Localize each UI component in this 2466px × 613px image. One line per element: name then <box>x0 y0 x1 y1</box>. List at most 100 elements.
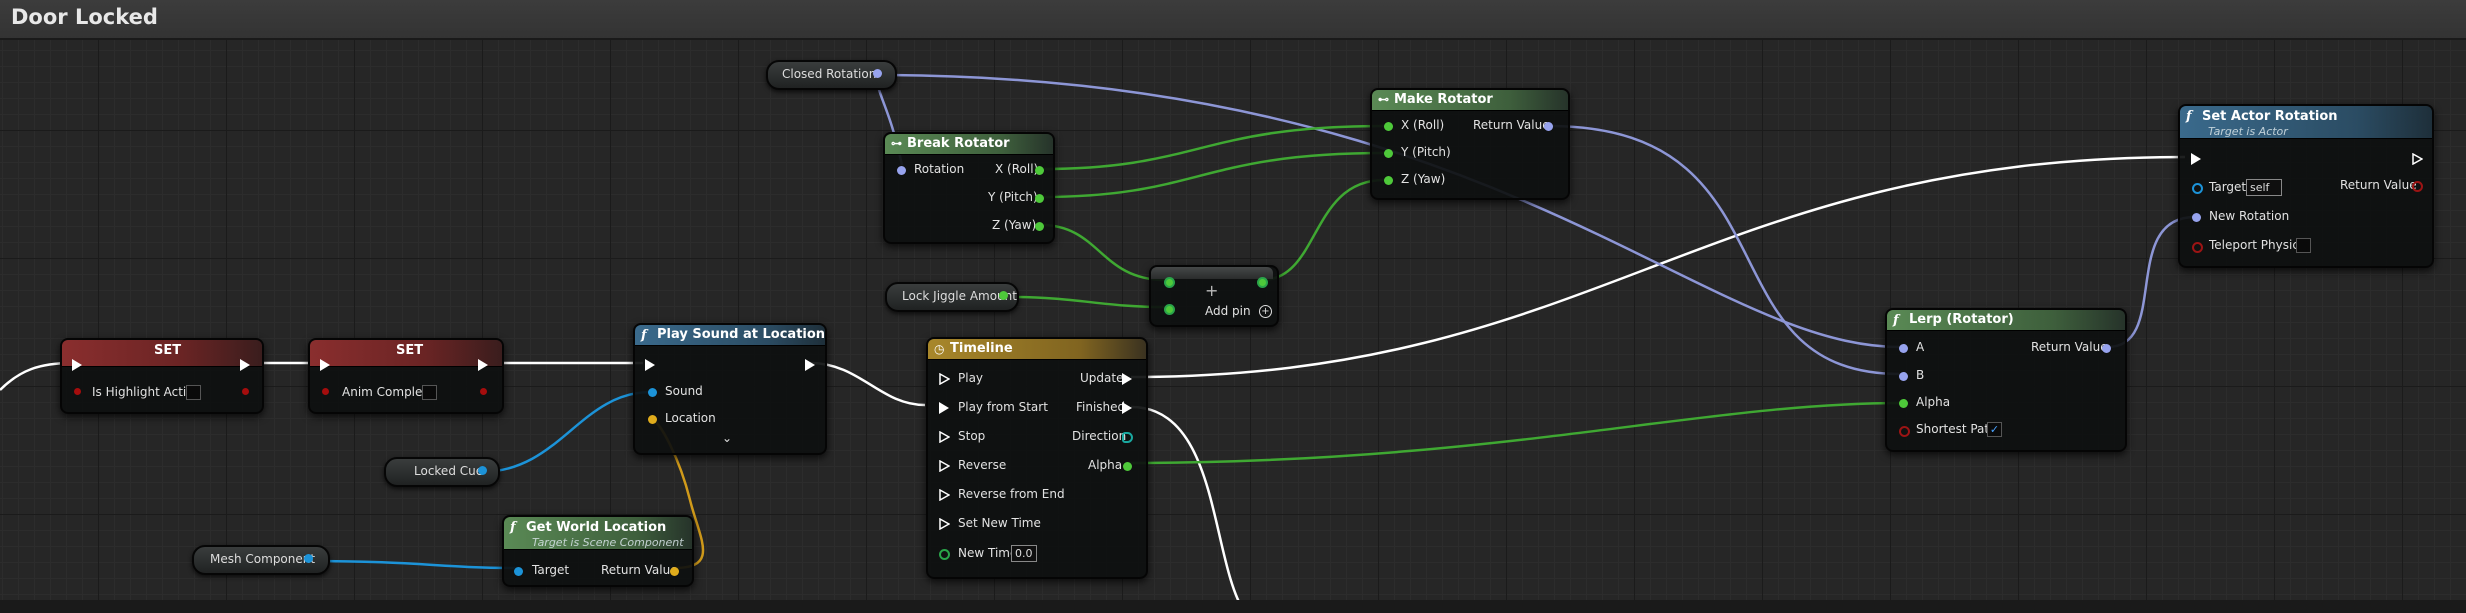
set-new-time-input-pin[interactable] <box>939 518 950 530</box>
reverse-input-pin[interactable] <box>939 460 950 472</box>
rotator-output-pin[interactable] <box>873 69 882 78</box>
break-rotator-node[interactable]: ⊶ Break Rotator Rotation X (Roll) Y (Pit… <box>883 132 1055 244</box>
set-actor-rotation-node[interactable]: f Set Actor Rotation Target is Actor Tar… <box>2178 104 2434 268</box>
float-wire <box>1040 151 1385 199</box>
float-add-node[interactable]: + Add pin + <box>1149 265 1279 327</box>
a-label: A <box>1916 340 1925 354</box>
float-output-pin[interactable] <box>1257 277 1268 288</box>
a-input-pin[interactable] <box>1164 277 1175 288</box>
alpha-input-pin[interactable] <box>1899 399 1908 408</box>
z-yaw-input-pin[interactable] <box>1384 176 1393 185</box>
new-time-input-pin[interactable] <box>939 549 950 560</box>
exec-output-pin[interactable] <box>805 359 815 371</box>
sound-input-pin[interactable] <box>648 388 657 397</box>
lerp-rotator-node[interactable]: f Lerp (Rotator) A Return Value B Alpha … <box>1885 308 2127 452</box>
a-input-pin[interactable] <box>1899 344 1908 353</box>
bool-input-pin[interactable] <box>74 388 81 395</box>
target-field[interactable]: self <box>2246 179 2282 196</box>
node-title: Set Actor Rotation <box>2202 109 2338 124</box>
teleport-physics-checkbox[interactable] <box>2296 238 2311 253</box>
finished-output-pin[interactable] <box>1122 402 1132 414</box>
reverse-from-end-input-pin[interactable] <box>939 489 950 501</box>
node-subtitle: Target is Scene Component <box>532 536 684 549</box>
play-from-start-input-pin[interactable] <box>939 402 949 414</box>
vector-output-pin[interactable] <box>670 567 679 576</box>
function-icon: f <box>510 520 516 535</box>
bool-output-pin[interactable] <box>480 388 487 395</box>
b-input-pin[interactable] <box>1899 372 1908 381</box>
play-input-pin[interactable] <box>939 373 950 385</box>
y-pitch-output-pin[interactable] <box>1035 194 1044 203</box>
lock-jiggle-amount-getter[interactable]: Lock Jiggle Amount <box>885 282 1019 312</box>
add-pin-button[interactable]: Add pin <box>1205 304 1251 318</box>
exec-output-pin[interactable] <box>2412 153 2423 165</box>
z-yaw-label: Z (Yaw) <box>992 218 1037 232</box>
struct-icon: ⊶ <box>891 137 902 150</box>
b-input-pin[interactable] <box>1164 304 1175 315</box>
update-output-pin[interactable] <box>1122 373 1132 385</box>
bool-input-pin[interactable] <box>322 388 329 395</box>
chevron-down-icon[interactable]: ⌄ <box>722 431 732 445</box>
exec-input-pin[interactable] <box>72 359 82 371</box>
shortest-path-checkbox[interactable]: ✓ <box>1987 422 2002 437</box>
play-label: Play <box>958 371 984 385</box>
finished-label: Finished <box>1076 400 1126 414</box>
set-is-highlight-active-node[interactable]: SET Is Highlight Active <box>60 338 264 414</box>
exec-output-pin[interactable] <box>478 359 488 371</box>
bool-output-pin[interactable] <box>2412 181 2423 192</box>
field-label: Is Highlight Active <box>92 385 201 399</box>
b-label: B <box>1916 368 1925 382</box>
object-wire <box>306 559 519 570</box>
x-roll-output-pin[interactable] <box>1035 166 1044 175</box>
mesh-component-label: Mesh Component <box>210 552 316 566</box>
stop-input-pin[interactable] <box>939 431 950 443</box>
bottom-bar <box>0 600 2466 613</box>
exec-input-pin[interactable] <box>645 359 655 371</box>
alpha-output-pin[interactable] <box>1123 462 1132 471</box>
target-input-pin[interactable] <box>514 567 523 576</box>
teleport-physics-input-pin[interactable] <box>2192 242 2203 253</box>
direction-label: Direction <box>1072 429 1127 443</box>
return-value-label: Return Value <box>601 563 678 577</box>
x-roll-input-pin[interactable] <box>1384 122 1393 131</box>
mesh-component-getter[interactable]: Mesh Component <box>192 545 330 575</box>
location-input-pin[interactable] <box>648 415 657 424</box>
float-output-pin[interactable] <box>999 291 1008 300</box>
bool-output-pin[interactable] <box>242 388 249 395</box>
y-pitch-input-pin[interactable] <box>1384 149 1393 158</box>
rotator-output-pin[interactable] <box>2102 344 2111 353</box>
stop-label: Stop <box>958 429 986 443</box>
exec-input-pin[interactable] <box>2191 153 2201 165</box>
closed-rotation-label: Closed Rotation <box>782 67 877 81</box>
object-output-pin[interactable] <box>478 466 487 475</box>
new-rotation-input-pin[interactable] <box>2192 213 2201 222</box>
rotator-output-pin[interactable] <box>1544 122 1553 131</box>
anim-complete-checkbox[interactable] <box>422 385 437 400</box>
node-header: SET <box>62 340 262 367</box>
new-time-field[interactable]: 0.0 <box>1011 545 1037 562</box>
float-wire <box>1125 401 1903 465</box>
node-title: SET <box>154 343 182 358</box>
y-pitch-label: Y (Pitch) <box>988 190 1038 204</box>
closed-rotation-getter[interactable]: Closed Rotation <box>766 60 897 90</box>
node-header: f Get World Location Target is Scene Com… <box>504 517 692 550</box>
timeline-node[interactable]: ◷ Timeline Play Play from Start Stop Rev… <box>926 337 1148 579</box>
add-icon: + <box>1205 281 1219 300</box>
is-highlight-active-checkbox[interactable] <box>186 385 201 400</box>
object-output-pin[interactable] <box>304 554 313 563</box>
direction-output-pin[interactable] <box>1122 432 1133 443</box>
play-sound-at-location-node[interactable]: f Play Sound at Location Sound Location … <box>633 323 827 455</box>
get-world-location-node[interactable]: f Get World Location Target is Scene Com… <box>502 515 694 587</box>
make-rotator-node[interactable]: ⊷ Make Rotator X (Roll) Return Value Y (… <box>1370 88 1570 200</box>
shortest-path-input-pin[interactable] <box>1899 426 1910 437</box>
locked-cue-getter[interactable]: Locked Cue <box>384 457 500 487</box>
exec-input-pin[interactable] <box>320 359 330 371</box>
rotation-input-pin[interactable] <box>897 166 906 175</box>
add-pin-icon[interactable]: + <box>1259 305 1272 318</box>
exec-output-pin[interactable] <box>240 359 250 371</box>
z-yaw-output-pin[interactable] <box>1035 222 1044 231</box>
set-anim-complete-node[interactable]: SET Anim Complete <box>308 338 504 414</box>
reverse-from-end-label: Reverse from End <box>958 487 1065 501</box>
node-header: f Play Sound at Location <box>635 325 825 346</box>
target-input-pin[interactable] <box>2192 183 2203 194</box>
